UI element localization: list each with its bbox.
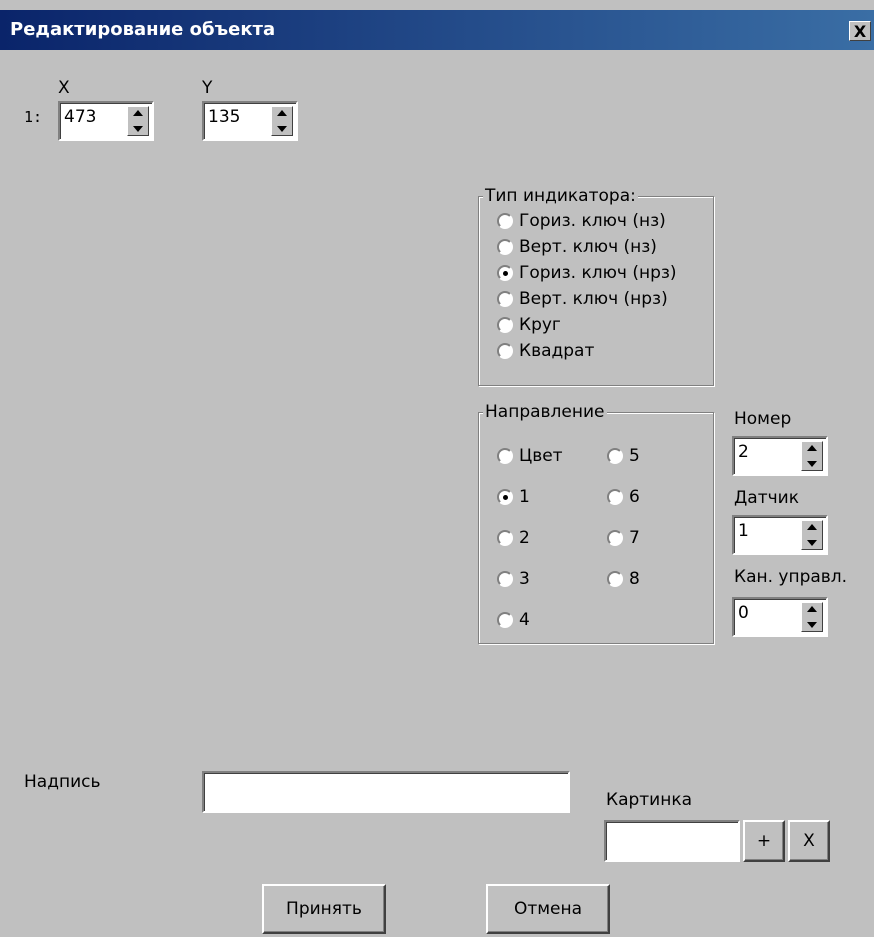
radio-icon bbox=[497, 317, 513, 333]
radio-icon bbox=[607, 489, 623, 505]
radio-icon bbox=[497, 291, 513, 307]
radio-label: Верт. ключ (нз) bbox=[519, 237, 657, 257]
y-value: 135 bbox=[208, 107, 241, 127]
radio-label: Гориз. ключ (нз) bbox=[519, 211, 666, 231]
sensor-value: 1 bbox=[738, 521, 749, 541]
number-spinbox[interactable]: 2 bbox=[732, 436, 828, 476]
x-spin-arrows-icon[interactable] bbox=[127, 106, 149, 136]
y-spin-arrows-icon[interactable] bbox=[271, 106, 293, 136]
picture-remove-button[interactable]: X bbox=[788, 820, 830, 862]
radio-label: 4 bbox=[519, 610, 530, 630]
y-spinbox[interactable]: 135 bbox=[202, 101, 298, 141]
radio-icon bbox=[497, 213, 513, 229]
y-label: Y bbox=[202, 78, 213, 98]
radio-icon bbox=[497, 530, 513, 546]
title-bar: Редактирование объекта X bbox=[0, 10, 874, 50]
x-value: 473 bbox=[64, 107, 97, 127]
indicator-type-title: Тип индикатора: bbox=[483, 186, 638, 206]
radio-icon bbox=[607, 448, 623, 464]
radio-selected-icon bbox=[497, 489, 513, 505]
caption-input[interactable] bbox=[202, 771, 570, 813]
cancel-button[interactable]: Отмена bbox=[486, 884, 610, 934]
radio-icon bbox=[607, 571, 623, 587]
radio-label: 8 bbox=[629, 569, 640, 589]
radio-label: 3 bbox=[519, 569, 530, 589]
radio-label: 6 bbox=[629, 487, 640, 507]
number-label: Номер bbox=[734, 409, 792, 429]
radio-label: Цвет bbox=[519, 446, 563, 466]
radio-icon bbox=[497, 571, 513, 587]
radio-label: 2 bbox=[519, 528, 530, 548]
control-channel-label: Кан. управл. bbox=[734, 567, 848, 587]
radio-icon bbox=[497, 612, 513, 628]
picture-label: Картинка bbox=[606, 790, 693, 810]
radio-label: Квадрат bbox=[519, 341, 595, 361]
window-title: Редактирование объекта bbox=[10, 19, 276, 40]
close-button[interactable]: X bbox=[849, 21, 871, 41]
radio-selected-icon bbox=[497, 265, 513, 281]
radio-label: Гориз. ключ (нрз) bbox=[519, 263, 677, 283]
sensor-spinbox[interactable]: 1 bbox=[732, 515, 828, 555]
sensor-label: Датчик bbox=[734, 488, 799, 508]
radio-icon bbox=[607, 530, 623, 546]
accept-button[interactable]: Принять bbox=[262, 884, 386, 934]
x-spinbox[interactable]: 473 bbox=[58, 101, 154, 141]
radio-label: 5 bbox=[629, 446, 640, 466]
radio-label: 1 bbox=[519, 487, 530, 507]
radio-label: Верт. ключ (нрз) bbox=[519, 289, 668, 309]
radio-label: 7 bbox=[629, 528, 640, 548]
row-index-label: 1: bbox=[24, 108, 43, 126]
caption-label: Надпись bbox=[24, 772, 101, 792]
indicator-type-group: Тип индикатора: Гориз. ключ (нз) Верт. к… bbox=[478, 186, 714, 386]
plus-icon: + bbox=[756, 831, 772, 851]
radio-icon bbox=[497, 343, 513, 359]
accept-button-label: Принять bbox=[286, 899, 362, 919]
number-value: 2 bbox=[738, 442, 749, 462]
picture-input[interactable] bbox=[604, 820, 740, 862]
control-channel-spin-arrows-icon[interactable] bbox=[801, 602, 823, 632]
control-channel-spinbox[interactable]: 0 bbox=[732, 597, 828, 637]
cancel-button-label: Отмена bbox=[513, 899, 583, 919]
direction-group: Направление Цвет 1 2 3 4 5 6 7 8 bbox=[478, 402, 714, 644]
control-channel-value: 0 bbox=[738, 603, 749, 623]
sensor-spin-arrows-icon[interactable] bbox=[801, 520, 823, 550]
radio-icon bbox=[497, 239, 513, 255]
number-spin-arrows-icon[interactable] bbox=[801, 441, 823, 471]
picture-add-button[interactable]: + bbox=[743, 820, 785, 862]
direction-title: Направление bbox=[483, 402, 607, 422]
radio-icon bbox=[497, 448, 513, 464]
close-icon: X bbox=[803, 831, 815, 851]
x-label: X bbox=[58, 78, 70, 98]
radio-label: Круг bbox=[519, 315, 561, 335]
